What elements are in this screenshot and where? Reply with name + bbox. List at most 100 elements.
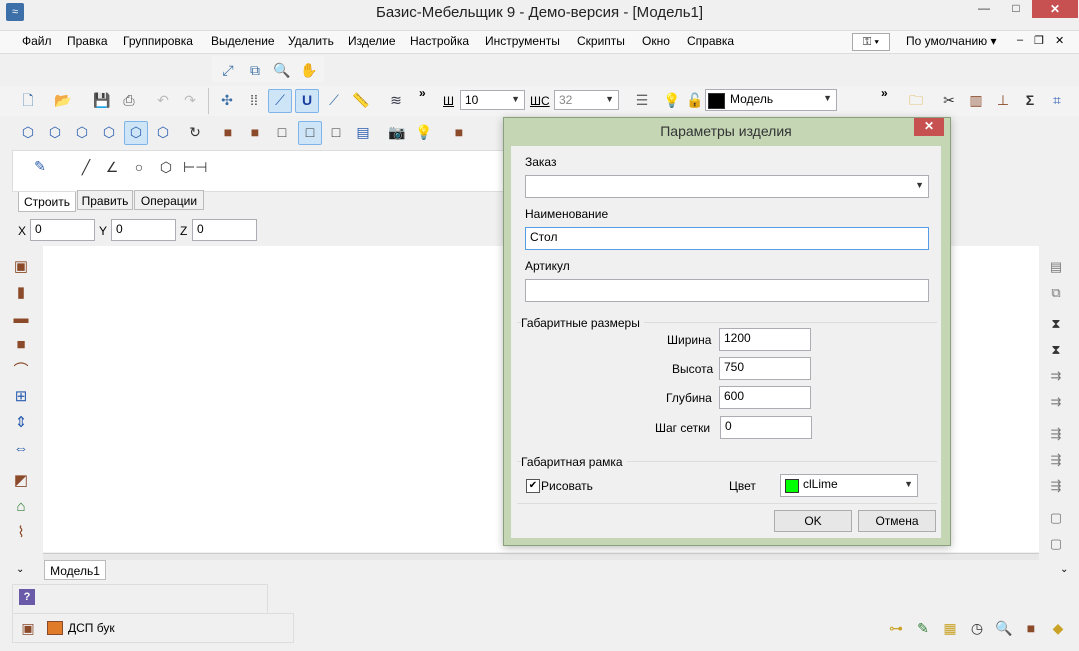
group-icon[interactable]: ▢ [1046, 508, 1066, 528]
cancel-button[interactable]: Отмена [858, 510, 936, 532]
fit-panel-icon[interactable]: ⊞ [11, 387, 31, 407]
tab-build[interactable]: Строить [18, 192, 76, 212]
box-outline-icon[interactable]: □ [326, 122, 346, 142]
color-select[interactable]: clLime ▼ [780, 474, 918, 497]
solid-render-icon[interactable]: ■ [218, 122, 238, 142]
layers-icon[interactable]: ≋ [386, 90, 406, 110]
axes-icon[interactable]: ✣ [217, 90, 237, 110]
zoom-icon[interactable]: 🔍 [272, 60, 292, 80]
dialog-close-button[interactable]: ✕ [914, 118, 944, 136]
y-input[interactable]: 0 [111, 219, 176, 241]
horizontal-fit-icon[interactable]: ⇔ [11, 439, 31, 459]
wireframe-icon[interactable]: □ [298, 121, 322, 145]
horizontal-scrollbar[interactable] [43, 553, 1039, 560]
circle-tool-icon[interactable]: ○ [129, 157, 149, 177]
tree-icon[interactable]: ⊶ [886, 618, 906, 638]
zoom-fit-icon[interactable]: ⤢ [218, 60, 238, 80]
layer-stack-icon[interactable]: ☰ [632, 90, 652, 110]
help-icon[interactable]: ? [19, 589, 35, 605]
sh-combo[interactable]: 10 ▼ [460, 90, 525, 110]
tab-operations[interactable]: Операции [134, 190, 204, 210]
menu-settings[interactable]: Настройка [410, 34, 469, 48]
menu-group[interactable]: Группировка [123, 34, 193, 48]
hidden-line-icon[interactable]: □ [272, 122, 292, 142]
save-icon[interactable]: 💾 [92, 90, 112, 110]
cabinet-icon[interactable]: ▥ [966, 90, 986, 110]
hardware-delete-icon[interactable]: ⇶ [1046, 476, 1066, 496]
new-file-icon[interactable]: 🗋 [18, 90, 38, 110]
menu-edit[interactable]: Правка [67, 34, 108, 48]
mdi-close-icon[interactable]: ✕ [1055, 34, 1064, 47]
view-wire-icon[interactable]: ⬡ [124, 121, 148, 145]
magnet-icon[interactable]: U [295, 89, 319, 113]
view-top-icon[interactable]: ⬡ [99, 122, 119, 142]
x-input[interactable]: 0 [30, 219, 95, 241]
ok-button[interactable]: OK [774, 510, 852, 532]
grid-snap-icon[interactable]: ⁞⁞ [244, 90, 264, 110]
ruler-icon[interactable]: 📏 [351, 90, 371, 110]
menu-help[interactable]: Справка [687, 34, 734, 48]
view-front-icon[interactable]: ⬡ [45, 122, 65, 142]
align-icon[interactable]: ▤ [1046, 257, 1066, 277]
chevron-down-icon[interactable]: ⌄ [1060, 564, 1068, 575]
mdi-restore-icon[interactable]: ❐ [1034, 34, 1044, 47]
vertical-panel-icon[interactable]: ▮ [11, 283, 31, 303]
menu-file[interactable]: Файл [22, 34, 52, 48]
hardware-move-icon[interactable]: ⇶ [1046, 450, 1066, 470]
panel-icon[interactable]: ▣ [11, 257, 31, 277]
grid-view-icon[interactable]: ▦ [940, 618, 960, 638]
mdi-minimize-icon[interactable]: ‒ [1017, 34, 1023, 46]
print-icon[interactable]: ⎙ [119, 90, 139, 110]
folders-icon[interactable]: 🗀 [906, 90, 926, 110]
key-icon[interactable]: ⚿ ▾ [852, 33, 890, 51]
angle-line-icon[interactable]: ∠ [102, 157, 122, 177]
curved-panel-icon[interactable]: ⌒ [11, 361, 31, 381]
more-chevron-icon[interactable]: » [419, 86, 426, 100]
layer-combo[interactable]: Модель ▼ [705, 89, 837, 111]
close-window-button[interactable]: ✕ [1032, 0, 1078, 18]
cut-icon[interactable]: ✂ [939, 90, 959, 110]
library-icon[interactable]: ◆ [1048, 618, 1068, 638]
minimize-button[interactable]: — [970, 0, 998, 18]
shaded-render-icon[interactable]: ■ [245, 122, 265, 142]
tab-model1[interactable]: Модель1 [44, 560, 106, 580]
ungroup-icon[interactable]: ▢ [1046, 534, 1066, 554]
depth-input[interactable]: 600 [719, 386, 811, 409]
open-folder-icon[interactable]: 📂 [53, 90, 73, 110]
undo-icon[interactable]: ↶ [153, 90, 173, 110]
shs-combo[interactable]: 32 ▼ [554, 90, 619, 110]
view-left-icon[interactable]: ⬡ [72, 122, 92, 142]
name-input[interactable]: Стол [525, 227, 929, 250]
rotate-icon[interactable]: ↻ [185, 122, 205, 142]
width-input[interactable]: 1200 [719, 328, 811, 351]
redo-icon[interactable]: ↷ [180, 90, 200, 110]
order-select[interactable]: ▼ [525, 175, 929, 198]
line-tool-icon[interactable]: ╱ [76, 157, 96, 177]
material-stack-icon[interactable]: ▣ [18, 618, 38, 638]
maximize-button[interactable]: □ [1002, 0, 1030, 18]
polygon-tool-icon[interactable]: ⬡ [156, 157, 176, 177]
edit-list-icon[interactable]: ✎ [913, 618, 933, 638]
view-rotate-icon[interactable]: ⬡ [153, 122, 173, 142]
measure-line-icon[interactable]: ⟋ [324, 90, 344, 110]
menu-delete[interactable]: Удалить [288, 34, 334, 48]
lightbulb-icon[interactable]: 💡 [662, 90, 682, 110]
schedule-icon[interactable]: ◷ [967, 618, 987, 638]
vertical-fit-icon[interactable]: ⇕ [11, 413, 31, 433]
height-input[interactable]: 750 [719, 357, 811, 380]
z-input[interactable]: 0 [192, 219, 257, 241]
menu-window[interactable]: Окно [642, 34, 670, 48]
build-object-icon[interactable]: ✎ [30, 156, 50, 176]
edge-panel-icon[interactable]: ◩ [11, 471, 31, 491]
lock-icon[interactable]: 🔓 [685, 90, 705, 110]
chevron-down-icon[interactable]: ⌄ [16, 564, 24, 575]
horizontal-panel-icon[interactable]: ▬ [11, 309, 31, 329]
fastener-move-icon[interactable]: ⇉ [1046, 366, 1066, 386]
menu-select[interactable]: Выделение [211, 34, 275, 48]
preview-icon[interactable]: 🔍 [994, 618, 1014, 638]
pan-icon[interactable]: ✋ [299, 60, 319, 80]
grid-step-input[interactable]: 0 [720, 416, 812, 439]
menu-product[interactable]: Изделие [348, 34, 396, 48]
article-input[interactable] [525, 279, 929, 302]
bent-panel-icon[interactable]: ⌇ [11, 523, 31, 543]
